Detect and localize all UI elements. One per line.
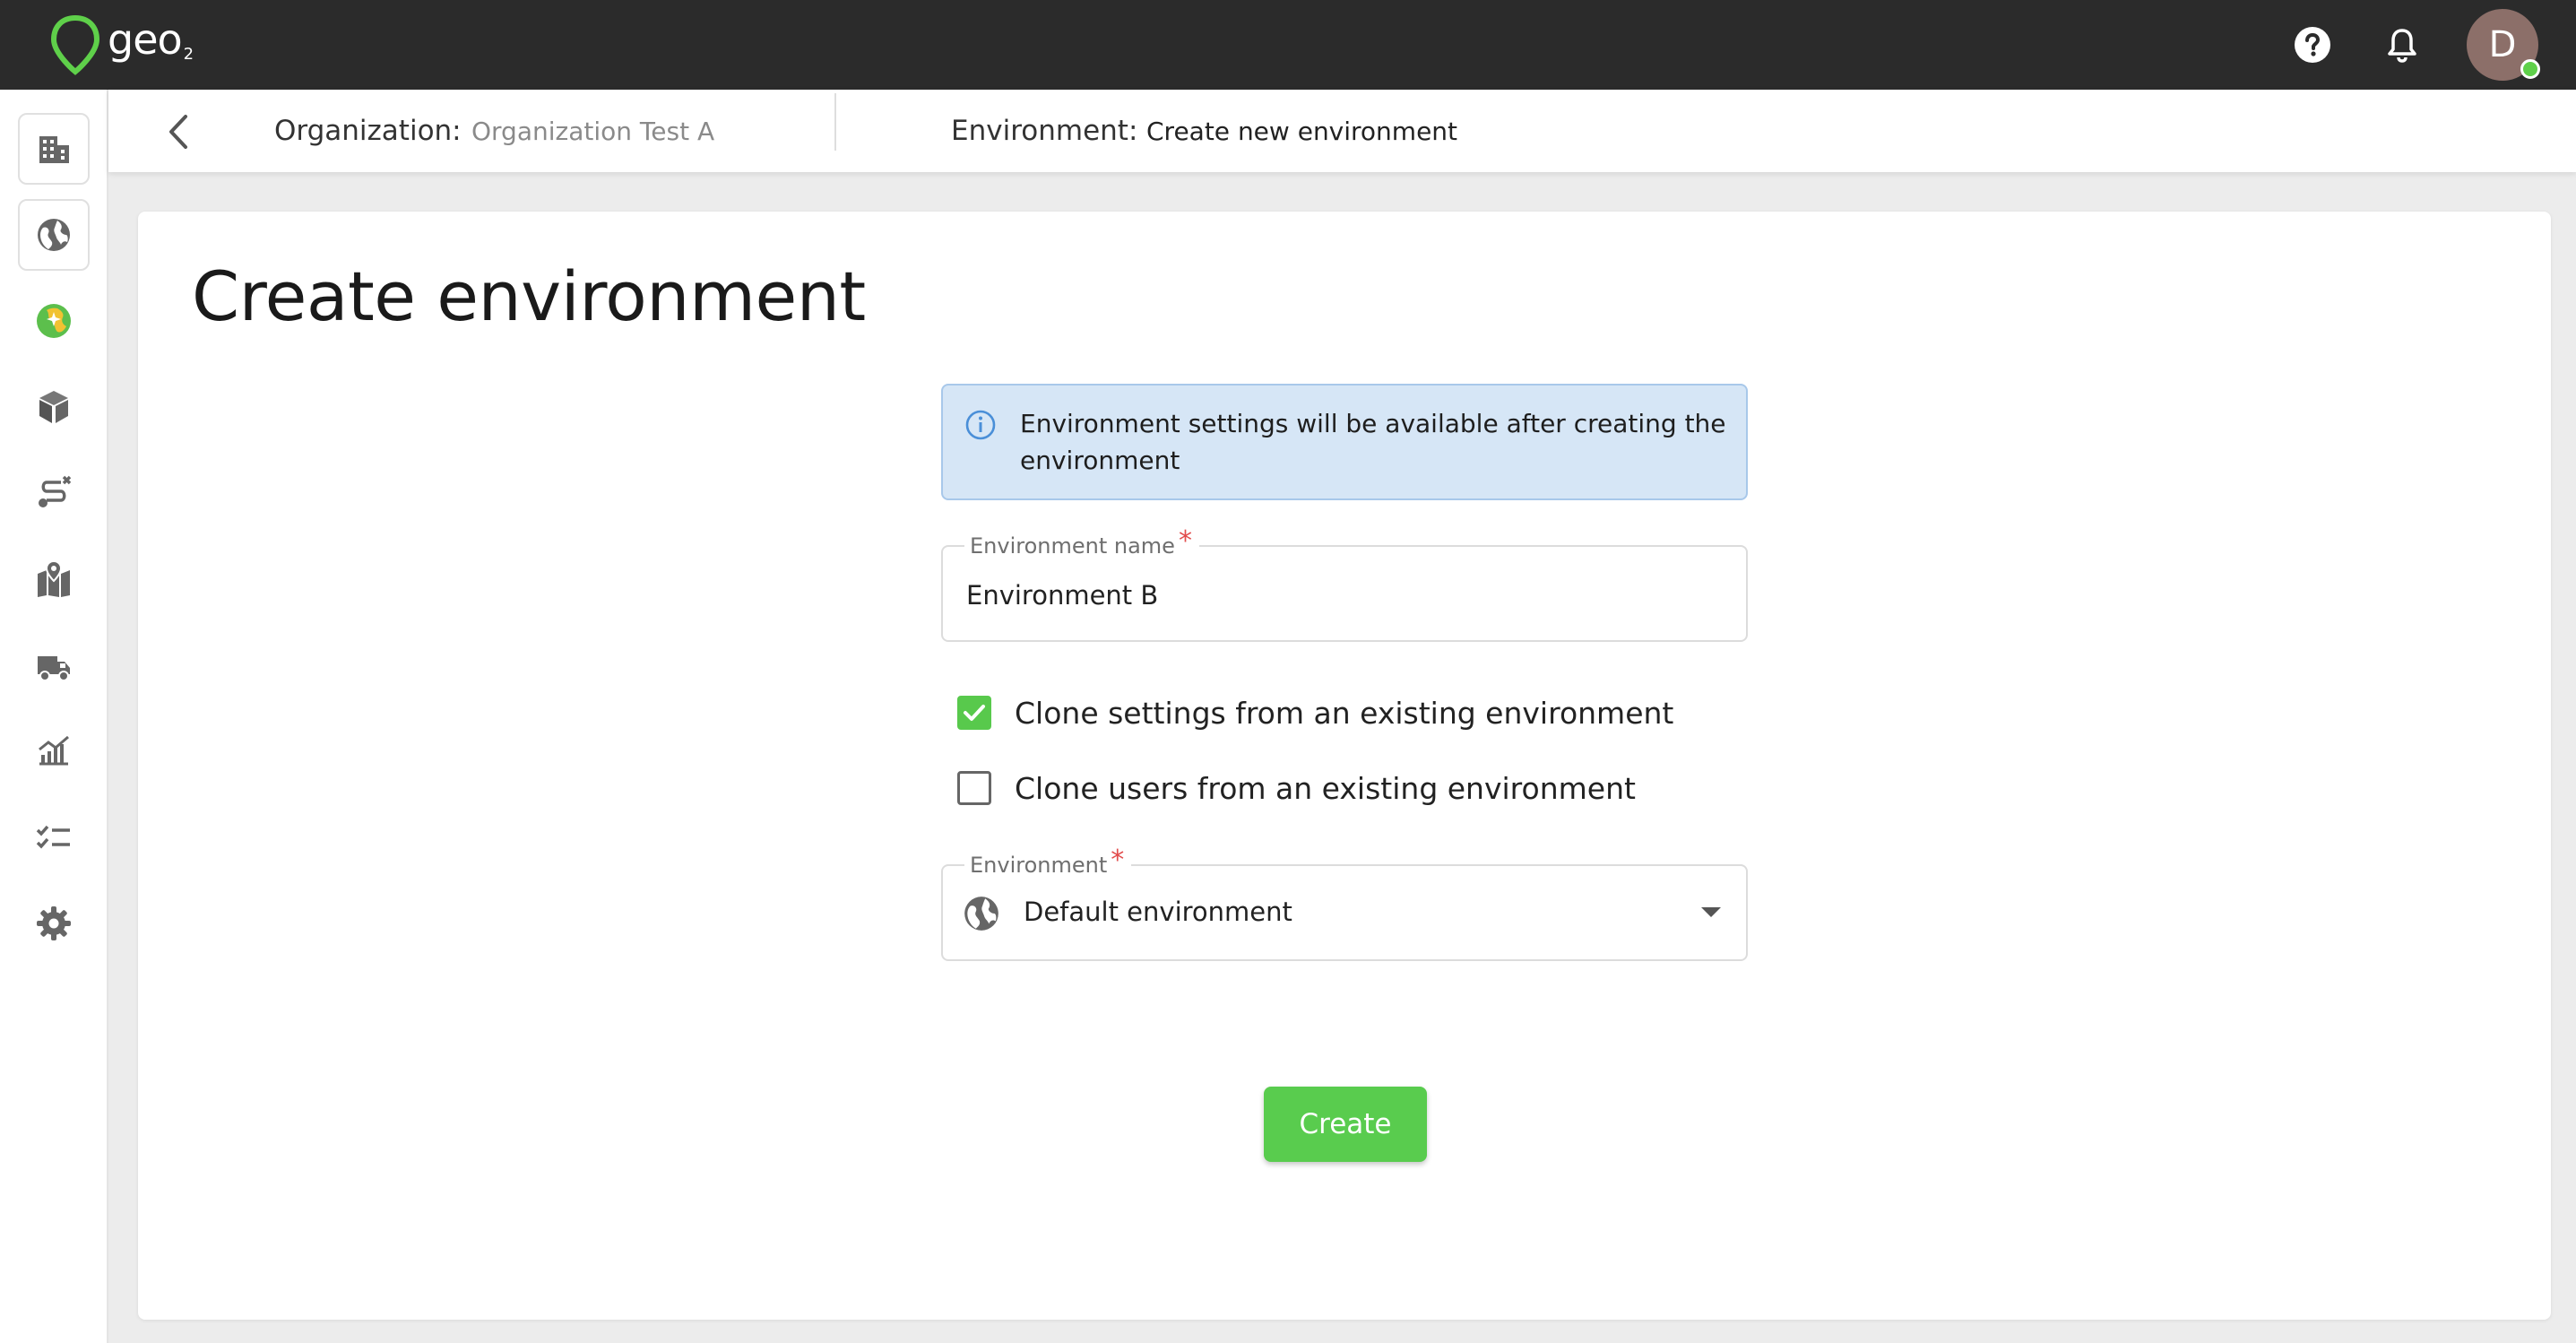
environment-select-value: Default environment [1024, 897, 1292, 927]
dropdown-caret-icon[interactable] [1701, 907, 1721, 917]
back-chevron-icon[interactable] [157, 109, 202, 154]
sidebar-item-environments[interactable] [18, 199, 90, 271]
clone-users-checkbox[interactable] [957, 771, 991, 805]
environment-select[interactable]: Environment * Default environment [941, 846, 1748, 961]
gear-icon [37, 906, 71, 940]
main-card: Create environment Environment settings … [138, 212, 2551, 1320]
required-asterisk: * [1111, 845, 1125, 876]
online-status-dot [2520, 59, 2540, 79]
sidebar-item-settings[interactable] [18, 888, 90, 959]
route-icon [39, 475, 72, 507]
checklist-icon [36, 825, 70, 849]
sidebar-item-routes[interactable] [18, 457, 90, 529]
breadcrumb-divider [834, 93, 836, 151]
sidebar-item-tasks[interactable] [18, 801, 90, 873]
sidebar-item-colorful-globe[interactable] [18, 285, 90, 357]
notification-bell-icon[interactable] [2381, 23, 2424, 66]
logo-subscript: 2 [183, 44, 194, 64]
info-icon [965, 410, 996, 440]
create-button[interactable]: Create [1264, 1087, 1427, 1162]
environment-select-label: Environment * [964, 846, 1132, 879]
page-title: Create environment [192, 256, 866, 336]
info-message: Environment settings will be available a… [1020, 409, 1726, 475]
building-icon [39, 136, 69, 163]
user-avatar[interactable]: D [2467, 9, 2540, 81]
environment-name-label: Environment name * [964, 527, 1199, 560]
breadcrumb-org-value[interactable]: Organization Test A [471, 104, 714, 160]
sidebar-item-map[interactable] [18, 543, 90, 615]
required-asterisk: * [1178, 525, 1192, 557]
colorful-globe-icon [37, 304, 71, 338]
info-alert: Environment settings will be available a… [941, 384, 1748, 500]
breadcrumb-env-value: Create new environment [1146, 117, 1458, 146]
breadcrumb-org-label: Organization: [274, 115, 462, 147]
top-bar: geo 2 D [0, 0, 2576, 90]
sidebar [0, 90, 108, 1343]
clone-settings-row[interactable]: Clone settings from an existing environm… [957, 690, 1673, 735]
clone-users-row[interactable]: Clone users from an existing environment [957, 766, 1636, 810]
package-icon [39, 391, 68, 423]
clone-settings-label[interactable]: Clone settings from an existing environm… [1015, 696, 1673, 731]
clone-settings-checkbox[interactable] [957, 696, 991, 730]
logo-text: geo [108, 15, 183, 64]
sidebar-item-organization[interactable] [18, 113, 90, 185]
globe-icon [964, 897, 998, 931]
help-icon[interactable] [2291, 23, 2334, 66]
breadcrumb-env-label: Environment: [951, 115, 1138, 147]
sidebar-item-packages[interactable] [18, 371, 90, 443]
geo-pin-logo-icon [50, 14, 100, 75]
sidebar-item-analytics[interactable] [18, 715, 90, 787]
chart-icon [39, 735, 69, 766]
app-logo[interactable]: geo 2 [50, 13, 194, 77]
environment-name-field: Environment name * [941, 527, 1748, 642]
avatar-initial: D [2488, 24, 2517, 65]
clone-users-label[interactable]: Clone users from an existing environment [1015, 771, 1636, 806]
truck-icon [38, 656, 70, 681]
map-pin-icon [38, 559, 70, 597]
breadcrumb: Organization: Organization Test A Enviro… [108, 90, 2576, 172]
globe-icon [38, 219, 70, 251]
sidebar-item-fleet[interactable] [18, 629, 90, 701]
environment-name-input[interactable] [966, 574, 1719, 617]
checkmark-icon [964, 705, 985, 721]
